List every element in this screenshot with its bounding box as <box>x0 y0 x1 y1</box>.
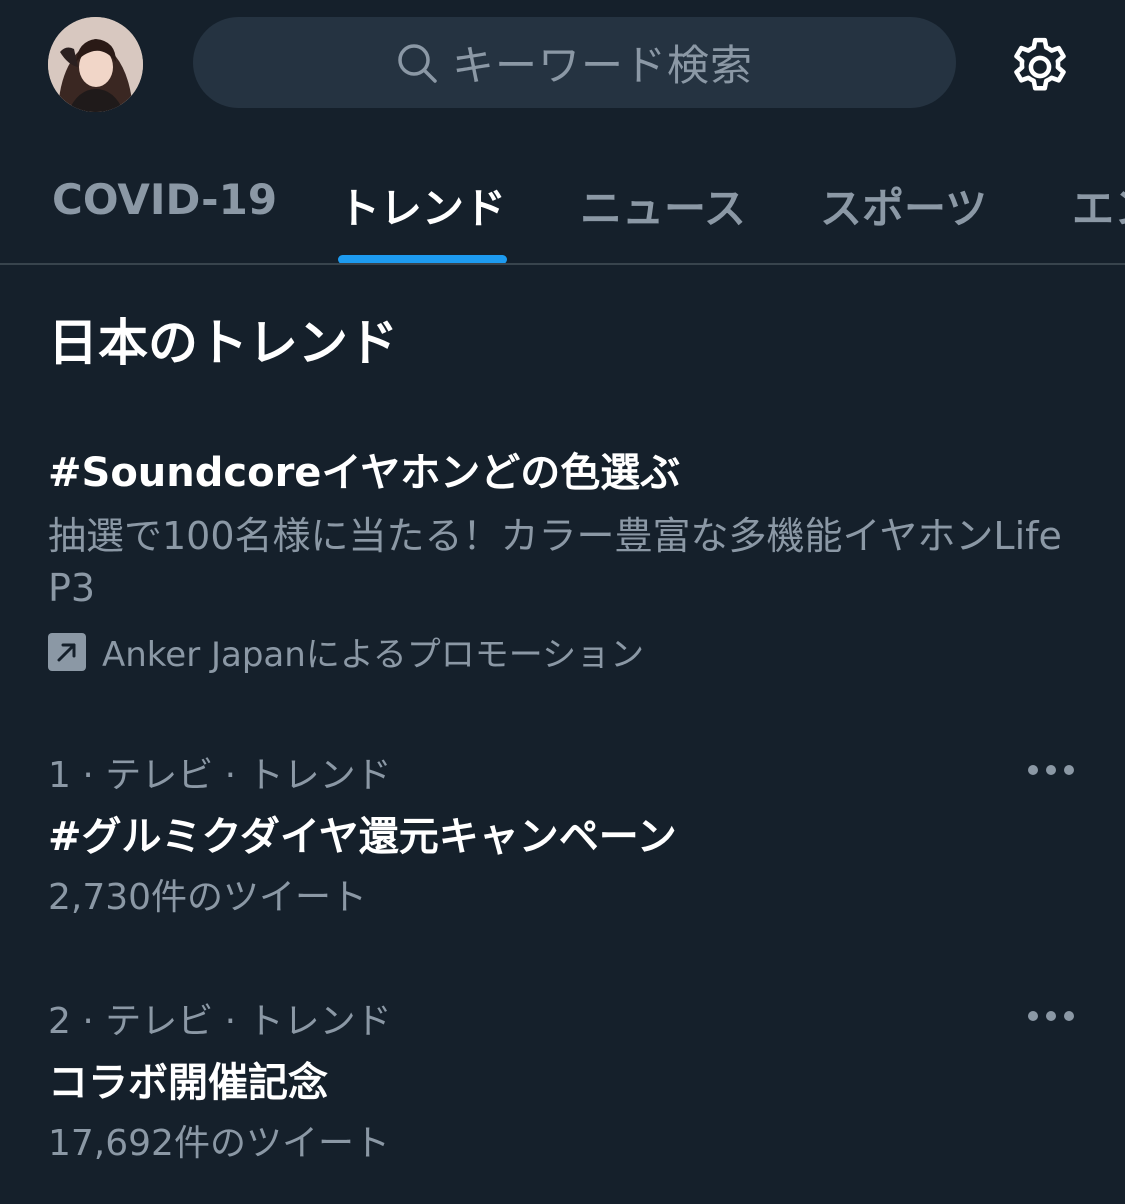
more-options-icon[interactable] <box>1028 996 1074 1036</box>
gear-icon <box>1014 37 1066 91</box>
trend-meta: 2 · テレビ · トレンド <box>48 1001 392 1042</box>
promoted-by-line: Anker Japanによるプロモーション <box>48 627 644 676</box>
trend-item[interactable]: 2 · テレビ · トレンド コラボ開催記念 17,692件のツイート <box>0 992 1125 1204</box>
trend-name[interactable]: #グルミクダイヤ還元キャンペーン <box>48 804 677 862</box>
search-icon <box>398 43 437 83</box>
explore-screen: キーワード検索 COVID-19 トレンド ニュース スポーツ エン 日本のトレ… <box>0 0 1125 1204</box>
promoted-trend-description: 抽選で100名様に当たる！カラー豊富な多機能イヤホンLife P3 <box>48 514 1062 610</box>
promoted-trend-title[interactable]: #Soundcoreイヤホンどの色選ぶ <box>48 440 680 498</box>
tab-trends[interactable]: トレンド <box>338 175 506 236</box>
promoted-by-text: Anker Japanによるプロモーション <box>102 635 645 675</box>
tab-news[interactable]: ニュース <box>580 175 746 236</box>
trend-name[interactable]: コラボ開催記念 <box>48 1050 328 1108</box>
avatar[interactable] <box>48 17 143 112</box>
trend-tweet-count: 2,730件のツイート <box>48 877 368 918</box>
settings-button[interactable] <box>1006 33 1074 101</box>
avatar-photo <box>48 17 143 112</box>
section-title: 日本のトレンド <box>48 314 398 372</box>
tab-covid-19[interactable]: COVID-19 <box>52 175 277 224</box>
explore-tabs: COVID-19 トレンド ニュース スポーツ エン <box>0 145 1125 265</box>
search-placeholder: キーワード検索 <box>451 41 753 90</box>
top-bar: キーワード検索 <box>0 0 1125 130</box>
tab-sports[interactable]: スポーツ <box>820 175 987 236</box>
trend-tweet-count: 17,692件のツイート <box>48 1123 390 1164</box>
tab-entertainment[interactable]: エン <box>1072 175 1125 236</box>
search-bar[interactable]: キーワード検索 <box>193 17 956 108</box>
trend-meta: 1 · テレビ · トレンド <box>48 755 392 796</box>
promoted-arrow-icon <box>48 632 86 671</box>
tabs-divider <box>0 263 1125 265</box>
more-options-icon[interactable] <box>1028 750 1074 790</box>
trend-item[interactable]: 1 · テレビ · トレンド #グルミクダイヤ還元キャンペーン 2,730件のツ… <box>0 746 1125 976</box>
